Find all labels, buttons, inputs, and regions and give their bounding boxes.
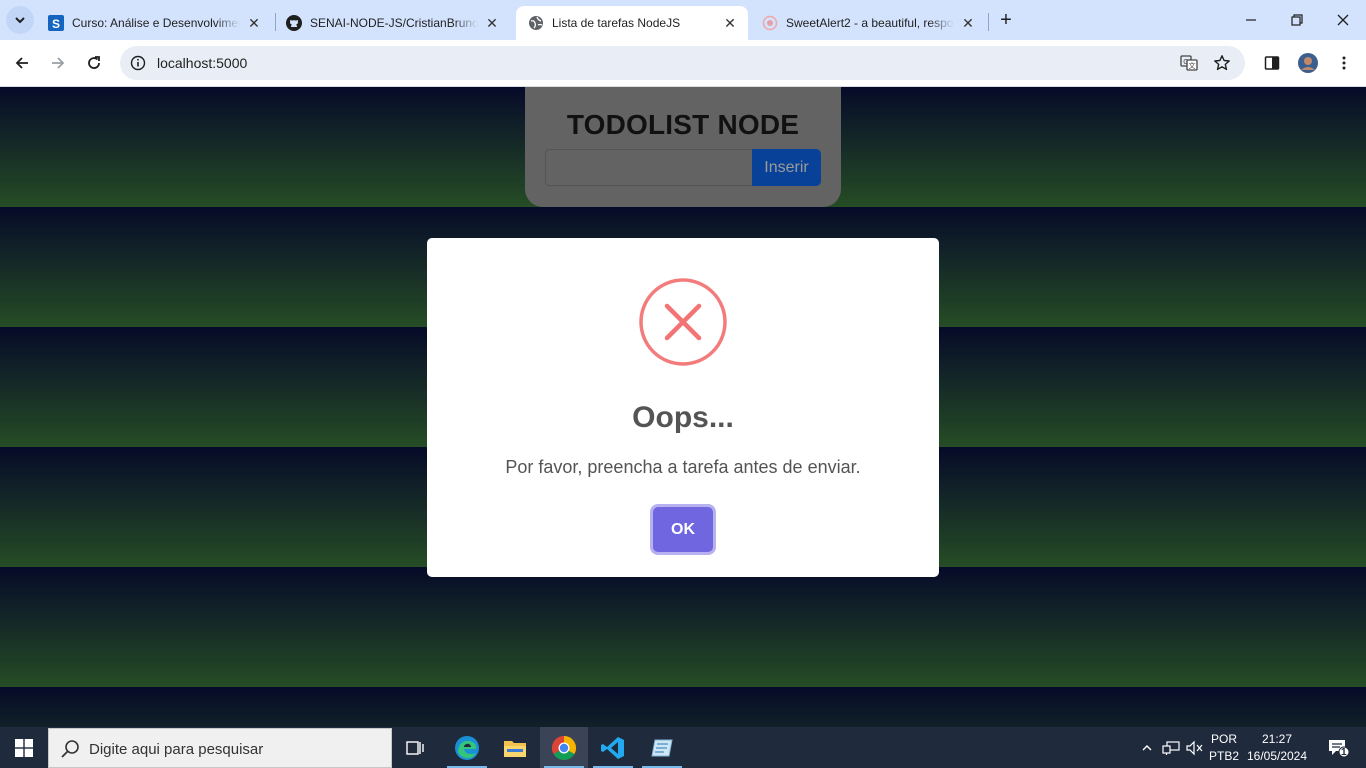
tab-title: Curso: Análise e Desenvolvimento de Sist… xyxy=(72,16,240,30)
chevron-up-icon xyxy=(1142,744,1152,750)
plus-icon: + xyxy=(1000,8,1012,31)
taskbar-file-explorer[interactable] xyxy=(491,727,539,768)
input-language[interactable]: POR PTB2 xyxy=(1208,727,1240,768)
back-button[interactable] xyxy=(7,48,37,78)
tray-overflow[interactable] xyxy=(1138,727,1156,768)
senai-s-icon: S xyxy=(48,15,64,31)
tab-title: Lista de tarefas NodeJS xyxy=(552,16,681,30)
app-window-icon xyxy=(651,739,673,756)
task-view-button[interactable] xyxy=(392,727,440,768)
network-icon xyxy=(1162,740,1180,755)
dialog-message: Por favor, preencha a tarefa antes de en… xyxy=(505,457,861,477)
page-viewport: TODOLIST NODE Inserir Oops... Por favor,… xyxy=(0,87,1366,727)
avatar[interactable] xyxy=(1296,51,1320,75)
clock-date: 16/05/2024 xyxy=(1246,748,1308,763)
restore-button[interactable] xyxy=(1274,0,1320,40)
url-text: localhost:5000 xyxy=(157,55,248,71)
chevron-down-icon xyxy=(15,17,25,24)
close-window-button[interactable] xyxy=(1320,0,1366,40)
close-tab-icon[interactable]: ✕ xyxy=(722,15,738,31)
restore-icon xyxy=(1291,14,1303,26)
taskbar-app[interactable] xyxy=(638,727,686,768)
folder-icon xyxy=(504,740,526,757)
close-tab-icon[interactable]: ✕ xyxy=(960,15,976,31)
tab-sweetalert[interactable]: SweetAlert2 - a beautiful, responsive ✕ xyxy=(750,6,986,40)
reload-button[interactable] xyxy=(79,48,109,78)
reload-icon xyxy=(88,56,100,69)
tab-title: SENAI-NODE-JS/CristianBrunoro xyxy=(310,16,478,30)
tab-todolist[interactable]: Lista de tarefas NodeJS ✕ xyxy=(516,6,748,40)
close-icon xyxy=(1337,14,1349,26)
taskbar: Digite aqui para pesquisar POR PTB2 21:2… xyxy=(0,727,1366,768)
language-code: POR xyxy=(1210,731,1237,746)
start-button[interactable] xyxy=(0,727,48,768)
translate-icon[interactable]: G文 xyxy=(1179,53,1199,73)
bookmark-star-icon[interactable] xyxy=(1212,53,1232,73)
minimize-button[interactable] xyxy=(1228,0,1274,40)
error-x-icon xyxy=(639,278,727,366)
close-tab-icon[interactable]: ✕ xyxy=(484,15,500,31)
windows-logo-icon xyxy=(15,738,33,757)
globe-icon xyxy=(528,15,544,31)
new-tab-button[interactable]: + xyxy=(994,8,1018,32)
browser-toolbar: localhost:5000 G文 xyxy=(0,40,1366,87)
svg-text:S: S xyxy=(52,17,60,31)
taskbar-edge[interactable] xyxy=(443,727,491,768)
address-bar[interactable]: localhost:5000 G文 xyxy=(120,46,1245,80)
tab-curso[interactable]: S Curso: Análise e Desenvolvimento de Si… xyxy=(36,6,272,40)
chrome-icon xyxy=(551,735,577,760)
taskbar-chrome[interactable] xyxy=(540,727,588,768)
tab-title: SweetAlert2 - a beautiful, responsive xyxy=(786,16,954,30)
notification-count: 1 xyxy=(1341,747,1347,758)
close-tab-icon[interactable]: ✕ xyxy=(246,15,262,31)
task-view-icon xyxy=(406,740,424,755)
side-panel-icon[interactable] xyxy=(1260,51,1284,75)
edge-icon xyxy=(455,735,479,760)
search-icon xyxy=(61,740,79,758)
minimize-icon xyxy=(1246,19,1256,21)
menu-kebab-icon[interactable] xyxy=(1332,51,1356,75)
forward-button[interactable] xyxy=(43,48,73,78)
github-icon xyxy=(286,15,302,31)
clock[interactable]: 21:27 16/05/2024 xyxy=(1244,727,1310,768)
dialog-title: Oops... xyxy=(632,401,734,434)
taskbar-vscode[interactable] xyxy=(589,727,637,768)
sweetalert-icon xyxy=(762,15,778,31)
taskbar-search-box[interactable]: Digite aqui para pesquisar xyxy=(48,728,392,768)
vscode-icon xyxy=(601,736,624,759)
speaker-muted-icon xyxy=(1186,740,1203,755)
search-placeholder: Digite aqui para pesquisar xyxy=(89,741,264,758)
alert-dialog: Oops... Por favor, preencha a tarefa ant… xyxy=(427,238,939,577)
svg-text:文: 文 xyxy=(1189,61,1196,70)
tab-strip: S Curso: Análise e Desenvolvimento de Si… xyxy=(0,0,1366,40)
clock-time: 21:27 xyxy=(1261,731,1293,746)
arrow-right-icon xyxy=(52,57,65,69)
tab-search-button[interactable] xyxy=(6,6,34,34)
notification-center[interactable]: 1 xyxy=(1318,727,1358,768)
keyboard-layout: PTB2 xyxy=(1208,748,1239,763)
ok-button[interactable]: OK xyxy=(653,507,713,552)
arrow-left-icon xyxy=(15,57,28,69)
site-info-icon[interactable] xyxy=(128,53,148,73)
tab-divider xyxy=(988,13,989,31)
network-status[interactable] xyxy=(1160,727,1182,768)
volume-control[interactable] xyxy=(1184,727,1206,768)
tab-github[interactable]: SENAI-NODE-JS/CristianBrunoro ✕ xyxy=(274,6,510,40)
